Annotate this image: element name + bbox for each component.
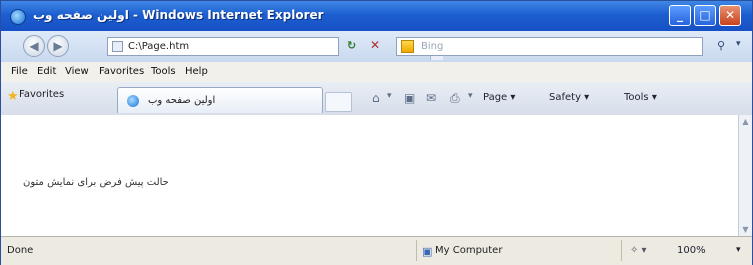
protected-mode-icon[interactable]: ✧ ▾ xyxy=(630,245,647,256)
maximize-button[interactable]: □ xyxy=(694,5,716,26)
tab-and-command-bar: ★ Favorites اولین صفحه وب ⌂ ▾ ▣ ✉ ⎙ ▾ Pa… xyxy=(1,82,752,116)
search-placeholder: Bing xyxy=(421,41,444,52)
refresh-icon[interactable]: ↻ xyxy=(347,39,356,52)
stop-icon[interactable]: ✕ xyxy=(370,38,380,52)
bing-logo-icon xyxy=(401,40,414,53)
print-icon[interactable]: ⎙ xyxy=(450,91,460,106)
page-icon xyxy=(112,41,123,52)
menu-favorites[interactable]: Favorites xyxy=(99,66,144,77)
mail-icon[interactable]: ✉ xyxy=(426,91,436,105)
menu-edit[interactable]: Edit xyxy=(37,66,56,77)
new-tab-button[interactable] xyxy=(325,92,352,112)
ie-page-icon xyxy=(127,95,139,107)
status-separator xyxy=(621,240,622,261)
tab-active[interactable]: اولین صفحه وب xyxy=(117,87,323,113)
search-options-icon[interactable]: ▾ xyxy=(736,39,741,49)
favorites-button[interactable]: Favorites xyxy=(19,89,64,100)
ie-logo-icon xyxy=(10,9,26,25)
scroll-down-icon[interactable]: ▼ xyxy=(740,224,751,235)
back-button[interactable]: ◀ xyxy=(23,35,45,57)
address-input[interactable]: C:\Page.htm ▾ xyxy=(107,37,443,60)
minimize-button[interactable]: _ xyxy=(669,5,691,26)
search-input[interactable]: Bing xyxy=(396,37,703,56)
window-title: اولین صفحه وب - Windows Internet Explore… xyxy=(33,8,324,22)
menu-help[interactable]: Help xyxy=(185,66,208,77)
home-icon[interactable]: ⌂ xyxy=(372,91,380,105)
ie-window: اولین صفحه وب - Windows Internet Explore… xyxy=(0,0,753,265)
safety-menu-button[interactable]: Safety ▾ xyxy=(549,92,589,103)
menu-file[interactable]: File xyxy=(11,66,28,77)
scroll-up-icon[interactable]: ▲ xyxy=(740,116,751,127)
status-bar: Done ▣ My Computer ✧ ▾ 100% ▾ xyxy=(1,236,752,265)
favorites-star-icon: ★ xyxy=(7,89,19,104)
menu-bar: File Edit View Favorites Tools Help xyxy=(1,62,752,83)
print-dropdown-icon[interactable]: ▾ xyxy=(468,91,473,101)
address-toolbar: ◀ ▶ C:\Page.htm ▾ ↻ ✕ Bing ⚲ ▾ xyxy=(1,31,752,63)
back-icon: ◀ xyxy=(29,39,39,53)
address-url: C:\Page.htm xyxy=(128,41,190,52)
feeds-icon[interactable]: ▣ xyxy=(404,91,415,105)
page-text: حالت پیش فرض برای نمایش متون xyxy=(23,177,169,188)
home-dropdown-icon[interactable]: ▾ xyxy=(387,91,392,101)
security-zone[interactable]: My Computer xyxy=(435,245,502,256)
menu-tools[interactable]: Tools xyxy=(151,66,176,77)
forward-button[interactable]: ▶ xyxy=(47,35,69,57)
status-separator xyxy=(416,240,417,261)
search-icon[interactable]: ⚲ xyxy=(717,39,725,52)
page-menu-button[interactable]: Page ▾ xyxy=(483,92,515,103)
close-button[interactable]: ✕ xyxy=(719,5,741,26)
page-content: حالت پیش فرض برای نمایش متون xyxy=(1,115,738,236)
menu-view[interactable]: View xyxy=(65,66,89,77)
vertical-scrollbar[interactable]: ▲ ▼ xyxy=(738,115,752,236)
status-text: Done xyxy=(7,245,34,256)
zoom-dropdown-icon[interactable]: ▾ xyxy=(736,245,741,255)
tools-menu-button[interactable]: Tools ▾ xyxy=(624,92,657,103)
forward-icon: ▶ xyxy=(53,39,63,53)
tab-title: اولین صفحه وب xyxy=(148,95,216,106)
title-bar[interactable]: اولین صفحه وب - Windows Internet Explore… xyxy=(1,1,752,31)
zoom-level[interactable]: 100% xyxy=(677,245,706,256)
computer-icon: ▣ xyxy=(422,245,433,258)
